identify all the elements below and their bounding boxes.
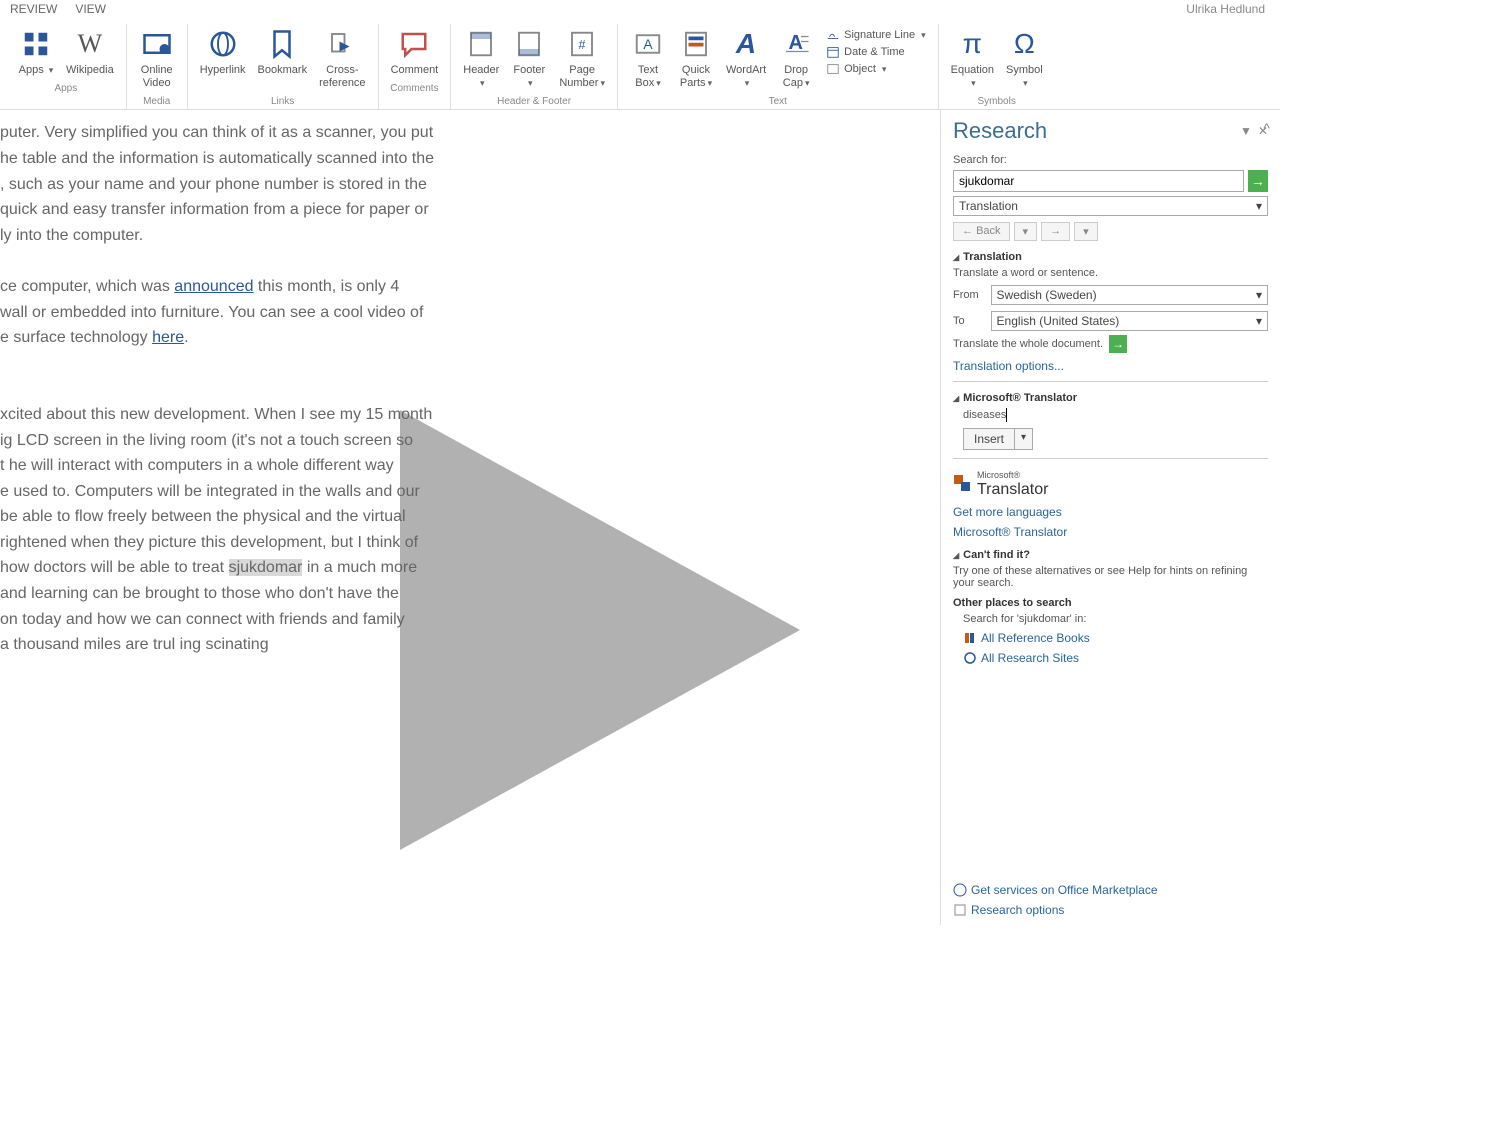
footer-button[interactable]: Footer [505,24,553,92]
ribbon-tabs: REVIEW VIEW [0,0,1280,18]
group-links: Hyperlink Bookmark Cross-reference Links [188,24,379,109]
all-research-sites-link[interactable]: All Research Sites [963,651,1268,665]
wikipedia-button[interactable]: W Wikipedia [60,24,120,79]
translator-section[interactable]: Microsoft® Translator [953,392,1268,404]
wordart-icon: A [728,26,764,62]
to-select[interactable]: English (United States)▾ [991,311,1268,331]
quickparts-button[interactable]: QuickParts [672,24,720,92]
video-icon [139,26,175,62]
selected-word: sjukdomar [229,559,303,576]
comment-icon [396,26,432,62]
service-select[interactable]: Translation▾ [953,196,1268,216]
group-header-footer: Header Footer # PageNumber Header & Foot… [451,24,618,109]
equation-icon: π [954,26,990,62]
collapse-ribbon-icon[interactable]: ^ [1263,120,1270,136]
marketplace-link[interactable]: Get services on Office Marketplace [953,883,1268,897]
text-stack: Signature Line Date & Time Object [820,24,931,92]
textbox-icon: A [630,26,666,62]
object-button[interactable]: Object [826,62,925,76]
books-icon [963,631,977,645]
hyperlink-icon [205,26,241,62]
comment-button[interactable]: Comment [385,24,445,79]
textbox-button[interactable]: A TextBox [624,24,672,92]
panel-title: Research [953,118,1047,144]
translation-section[interactable]: Translation [953,251,1268,263]
tab-view[interactable]: VIEW [75,2,106,16]
footer-icon [511,26,547,62]
symbol-button[interactable]: Ω Symbol [1000,24,1049,92]
symbol-icon: Ω [1006,26,1042,62]
search-label: Search for: [953,154,1268,166]
from-select[interactable]: Swedish (Sweden)▾ [991,285,1268,305]
link-here[interactable]: here [152,329,184,346]
all-reference-books-link[interactable]: All Reference Books [963,631,1268,645]
link-announced[interactable]: announced [174,278,253,295]
research-panel: Research ▼✕ Search for: → Translation▾ ←… [940,110,1280,925]
dropcap-button[interactable]: A DropCap [772,24,820,92]
tab-review[interactable]: REVIEW [10,2,57,16]
research-options-link[interactable]: Research options [953,903,1268,917]
header-icon [463,26,499,62]
apps-button[interactable]: Apps [12,24,60,79]
group-apps: Apps W Wikipedia Apps [6,24,127,109]
svg-text:A: A [643,37,653,52]
back-dd[interactable]: ▾ [1014,222,1038,241]
page-number-button[interactable]: # PageNumber [553,24,611,92]
dropcap-icon: A [778,26,814,62]
online-video-button[interactable]: OnlineVideo [133,24,181,92]
back-button[interactable]: ← Back [953,222,1010,241]
insert-button[interactable]: Insert [963,428,1015,450]
crossref-button[interactable]: Cross-reference [313,24,371,92]
more-languages-link[interactable]: Get more languages [953,505,1268,519]
cant-find-section[interactable]: Can't find it? [953,549,1268,561]
marketplace-icon [953,883,967,897]
bookmark-button[interactable]: Bookmark [252,24,314,92]
bookmark-icon [264,26,300,62]
page-number-icon: # [564,26,600,62]
search-input[interactable] [953,170,1244,192]
wordart-button[interactable]: A WordArt [720,24,772,92]
options-icon [953,903,967,917]
panel-menu-icon[interactable]: ▼ [1240,124,1252,138]
signature-line-button[interactable]: Signature Line [826,28,925,42]
translation-options-link[interactable]: Translation options... [953,359,1268,373]
ms-translator-link[interactable]: Microsoft® Translator [953,525,1268,539]
hyperlink-button[interactable]: Hyperlink [194,24,252,92]
forward-button[interactable]: → [1041,222,1070,241]
group-media: OnlineVideo Media [127,24,188,109]
insert-dropdown[interactable]: ▾ [1015,428,1033,450]
quickparts-icon [678,26,714,62]
document-area[interactable]: puter. Very simplified you can think of … [0,110,940,925]
apps-icon [18,26,54,62]
group-comments: Comment Comments [379,24,452,109]
group-text: A TextBox QuickParts A WordArt A DropCap… [618,24,939,109]
svg-text:A: A [789,32,803,54]
translate-doc-button[interactable]: → [1109,335,1127,353]
header-button[interactable]: Header [457,24,505,92]
equation-button[interactable]: π Equation [945,24,1000,92]
crossref-icon [324,26,360,62]
translator-logo: Microsoft®Translator [953,469,1268,499]
sites-icon [963,651,977,665]
forward-dd[interactable]: ▾ [1074,222,1098,241]
svg-text:#: # [579,38,586,52]
date-time-button[interactable]: Date & Time [826,45,925,59]
search-go-button[interactable]: → [1248,170,1268,192]
text-cursor-icon [1006,408,1007,422]
translation-result: diseases [963,408,1268,422]
group-symbols: π Equation Ω Symbol Symbols [939,24,1055,109]
ribbon: Apps W Wikipedia Apps OnlineVideo Media … [0,18,1280,110]
translator-icon [953,474,973,494]
wikipedia-icon: W [72,26,108,62]
user-name[interactable]: Ulrika Hedlund [1186,2,1265,16]
